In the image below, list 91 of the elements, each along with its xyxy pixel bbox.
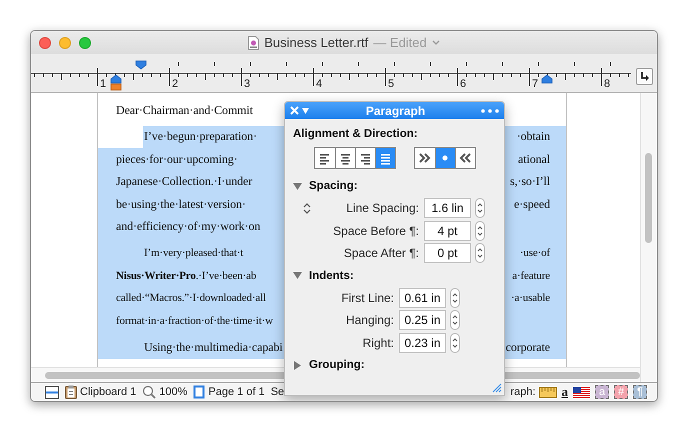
text-fragment: and·efficiency·of·my·work·on	[116, 219, 260, 234]
chevrons-icon	[477, 246, 483, 260]
direction-button[interactable]	[434, 148, 454, 168]
chevrons-icon	[477, 224, 483, 238]
close-button[interactable]	[39, 36, 51, 48]
zoom-level: 100%	[159, 386, 188, 398]
input-field[interactable]: 0.25 in	[399, 310, 446, 330]
flag-icon[interactable]	[573, 386, 590, 398]
text-fragment: ·a·usable	[511, 292, 550, 304]
caret-icon[interactable]	[301, 106, 310, 114]
chevrons-icon	[477, 201, 483, 216]
text-fragment: Nisus·Writer·Pro.·I’ve·been·ab	[116, 270, 256, 282]
section-heading: Grouping:	[309, 358, 365, 372]
text-fragment: s,·so·I’ll	[510, 174, 550, 190]
scrollbar-thumb[interactable]	[645, 153, 652, 243]
clipboard-icon[interactable]	[65, 385, 77, 399]
field-label: Hanging:	[344, 313, 394, 328]
tab-marker[interactable]	[136, 60, 146, 70]
section-heading: Alignment & Direction:	[293, 127, 419, 141]
page-count: Page 1 of 1	[208, 386, 265, 398]
disclosure-triangle[interactable]	[293, 360, 302, 370]
text-fragment: format·in·a·fraction·of·the·time·it·w	[116, 314, 273, 327]
stepper[interactable]	[450, 310, 460, 330]
stepper[interactable]	[475, 243, 485, 264]
text-fragment: be·using·the·latest·version·	[116, 196, 246, 212]
resize-grip-icon[interactable]	[492, 383, 502, 393]
stepper[interactable]	[450, 288, 460, 308]
input-field[interactable]: 0.23 in	[399, 332, 446, 353]
double-chevron-icon	[458, 152, 472, 164]
character-style-button[interactable]: a	[562, 384, 568, 400]
field-label: First Line:	[340, 290, 394, 305]
dot-icon	[442, 155, 448, 161]
input-field[interactable]: 4 pt	[424, 220, 471, 241]
indent-marker[interactable]	[110, 84, 122, 90]
window-title: Business Letter.rtf	[264, 35, 368, 50]
ruler-number: 3	[244, 78, 250, 90]
text-fragment: ational	[518, 152, 550, 167]
status-text: Se	[270, 386, 284, 398]
input-field[interactable]: 0 pt	[424, 243, 471, 264]
up-down-icon[interactable]	[303, 202, 311, 214]
chevrons-icon	[452, 336, 458, 350]
clipboard-label: Clipboard 1	[80, 386, 136, 398]
ruler-icon[interactable]	[538, 386, 556, 398]
disclosure-triangle[interactable]	[293, 182, 302, 190]
section-heading: Indents:	[309, 268, 354, 282]
text-fragment: e·speed	[514, 196, 550, 212]
alignment-button[interactable]	[374, 148, 394, 168]
text-fragment: Using·the·multimedia·capabi	[144, 340, 283, 355]
text-fragment: ·use·of	[520, 247, 550, 260]
return-button[interactable]	[636, 68, 653, 84]
stepper[interactable]	[450, 332, 460, 353]
status-text: raph:	[510, 386, 536, 398]
text-fragment: I’m·very·pleased·that·t	[144, 247, 244, 260]
input-field[interactable]: 1.6 lin	[424, 198, 471, 218]
text-fragment: corporate	[506, 340, 550, 355]
close-icon[interactable]	[290, 106, 299, 115]
indent-marker[interactable]	[110, 74, 122, 84]
text-fragment: called·“Macros.”·I·downloaded·all	[116, 292, 266, 304]
text-fragment: Japanese·Collection.·I·under	[116, 174, 252, 190]
field-label: Space After ¶:	[342, 246, 419, 260]
chevrons-icon	[452, 313, 458, 328]
field-label: Line Spacing:	[345, 201, 419, 216]
ruler-number: 4	[316, 78, 322, 90]
text-fragment: Dear·Chairman·and·Commit	[116, 102, 253, 118]
ruler-number: 6	[460, 78, 466, 90]
text-fragment: a·feature	[512, 270, 550, 282]
split-view-icon[interactable]	[45, 386, 59, 398]
stepper[interactable]	[475, 220, 485, 241]
section-heading: Spacing:	[309, 179, 358, 193]
text-fragment: pieces·for·our·upcoming·	[116, 152, 238, 167]
return-arrow-icon	[639, 70, 650, 82]
ruler-number: 2	[172, 78, 178, 90]
double-chevron-icon	[418, 152, 431, 164]
stepper[interactable]	[475, 198, 485, 218]
ruler-number: 1	[100, 78, 106, 90]
input-field[interactable]: 0.61 in	[399, 288, 446, 308]
ruler-number: 7	[532, 78, 538, 90]
text-fragment: I’ve·begun·preparation·	[144, 129, 257, 144]
field-label: Space Before ¶:	[332, 224, 419, 238]
field-label: Right:	[362, 336, 394, 350]
text-fragment: ·obtain	[516, 129, 550, 144]
palette-title: Paragraph	[364, 104, 426, 118]
document-icon	[248, 36, 260, 50]
chevrons-icon	[452, 290, 458, 305]
ruler-number: 5	[388, 78, 394, 90]
indent-marker[interactable]	[542, 74, 552, 84]
search-icon[interactable]	[142, 385, 156, 399]
page-icon[interactable]	[193, 385, 206, 399]
disclosure-triangle[interactable]	[293, 271, 302, 280]
more-icon[interactable]	[481, 108, 499, 112]
ruler-number: 8	[604, 78, 610, 90]
